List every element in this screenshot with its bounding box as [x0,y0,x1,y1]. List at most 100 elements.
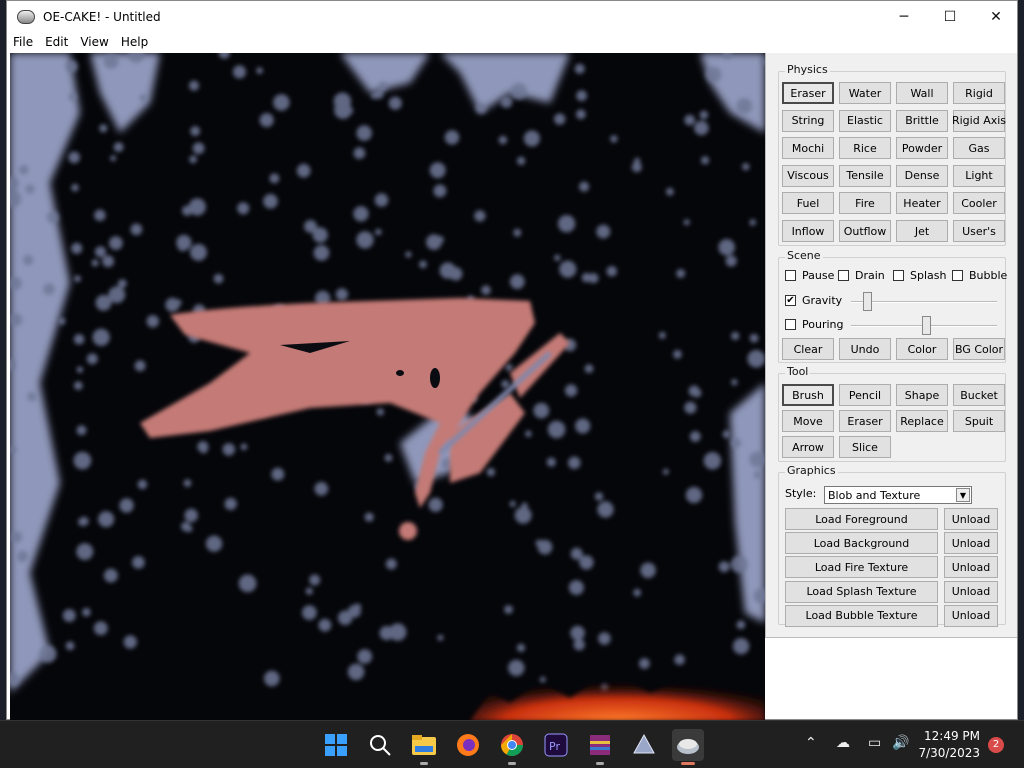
network-icon[interactable]: ▭ [868,735,881,751]
drain-checkbox[interactable]: Drain [838,269,885,282]
close-button[interactable]: ✕ [973,1,1019,32]
chrome-icon[interactable] [496,729,528,765]
particle [376,408,384,416]
physics-light-button[interactable]: Light [953,164,1005,187]
physics-tensile-button[interactable]: Tensile [839,164,891,187]
tool-replace-button[interactable]: Replace [896,410,948,432]
unload-fire-texture-button[interactable]: Unload [944,556,998,579]
menu-view[interactable]: View [74,35,114,49]
physics-rigid-button[interactable]: Rigid [953,82,1005,104]
gravity-checkbox[interactable]: ✔ Gravity [785,294,842,307]
tool-eraser-button[interactable]: Eraser [839,410,891,432]
physics-wall-button[interactable]: Wall [896,82,948,104]
chevron-up-icon[interactable]: ⌃ [805,735,817,751]
tool-move-button[interactable]: Move [782,410,834,432]
gravity-slider-thumb[interactable] [863,292,873,311]
winrar-icon[interactable] [584,729,616,765]
cloud-icon[interactable]: ☁ [836,735,850,751]
tool-shape-button[interactable]: Shape [896,384,948,406]
particle [570,625,585,641]
physics-jet-button[interactable]: Jet [896,220,948,242]
tool-brush-button[interactable]: Brush [782,384,834,406]
premiere-icon[interactable]: Pr [540,729,572,761]
physics-fuel-button[interactable]: Fuel [782,192,834,215]
particle [684,401,697,414]
particle [86,353,98,365]
physics-powder-button[interactable]: Powder [896,137,948,160]
simulation-canvas[interactable] [10,53,765,721]
particle [475,102,487,114]
physics-fire-button[interactable]: Fire [839,192,891,215]
notification-badge[interactable]: 2 [988,737,1004,753]
scene-bg-color-button[interactable]: BG Color [953,338,1005,360]
unload-splash-texture-button[interactable]: Unload [944,580,998,603]
load-fire-texture-button[interactable]: Load Fire Texture [785,556,938,579]
particle [364,512,374,522]
physics-user-s-button[interactable]: User's [953,220,1005,242]
pause-checkbox-box[interactable] [785,270,796,281]
physics-eraser-button[interactable]: Eraser [782,82,834,104]
maximize-button[interactable]: ☐ [927,1,973,32]
physics-cooler-button[interactable]: Cooler [953,192,1005,215]
tool-pencil-button[interactable]: Pencil [839,384,891,406]
tool-arrow-button[interactable]: Arrow [782,436,834,458]
tool-spuit-button[interactable]: Spuit [953,410,1005,432]
gravity-slider[interactable] [851,292,997,312]
physics-elastic-button[interactable]: Elastic [839,109,891,132]
particle [82,607,91,617]
particle [444,130,460,145]
oe-cake-icon[interactable] [672,729,704,765]
load-foreground-button[interactable]: Load Foreground [785,508,938,530]
load-splash-texture-button[interactable]: Load Splash Texture [785,580,938,603]
splash-checkbox[interactable]: Splash [893,269,946,282]
clock-date[interactable]: 7/30/2023 [918,746,980,760]
gravity-check-icon[interactable]: ✔ [785,295,796,306]
physics-dense-button[interactable]: Dense [896,164,948,187]
tool-bucket-button[interactable]: Bucket [953,384,1005,406]
pouring-checkbox[interactable]: Pouring [785,318,843,331]
menu-help[interactable]: Help [115,35,154,49]
physics-string-button[interactable]: String [782,109,834,132]
volume-icon[interactable]: 🔊 [892,735,909,751]
tool-slice-button[interactable]: Slice [839,436,891,458]
scene-clear-button[interactable]: Clear [782,338,834,360]
pouring-slider-thumb[interactable] [922,316,932,335]
start-icon[interactable] [320,729,352,761]
file-explorer-icon[interactable] [408,729,440,765]
physics-gas-button[interactable]: Gas [953,137,1005,160]
inkscape-icon[interactable] [628,729,660,761]
physics-rigid-axis-button[interactable]: Rigid Axis [952,109,1006,132]
physics-inflow-button[interactable]: Inflow [782,220,834,242]
minimize-button[interactable]: ─ [881,1,927,32]
scene-color-button[interactable]: Color [896,338,948,360]
search-icon[interactable] [364,729,396,761]
unload-background-button[interactable]: Unload [944,532,998,555]
clock-time[interactable]: 12:49 PM [924,729,980,743]
unload-bubble-texture-button[interactable]: Unload [944,604,998,627]
scene-undo-button[interactable]: Undo [839,338,891,360]
firefox-icon[interactable] [452,729,484,761]
pouring-checkbox-box[interactable] [785,319,796,330]
particle [93,621,108,636]
physics-heater-button[interactable]: Heater [896,192,948,215]
physics-water-button[interactable]: Water [839,82,891,104]
dropdown-arrow-icon[interactable]: ▼ [956,488,970,502]
physics-mochi-button[interactable]: Mochi [782,137,834,160]
physics-viscous-button[interactable]: Viscous [782,164,834,187]
physics-rice-button[interactable]: Rice [839,137,891,160]
physics-outflow-button[interactable]: Outflow [839,220,891,242]
menu-edit[interactable]: Edit [39,35,74,49]
bubble-checkbox[interactable]: Bubble [952,269,1007,282]
load-bubble-texture-button[interactable]: Load Bubble Texture [785,604,938,627]
pause-checkbox[interactable]: Pause [785,269,834,282]
drain-checkbox-box[interactable] [838,270,849,281]
style-dropdown[interactable]: Blob and Texture ▼ [824,486,972,504]
load-background-button[interactable]: Load Background [785,532,938,555]
bubble-checkbox-box[interactable] [952,270,963,281]
title-bar[interactable]: OE-CAKE! - Untitled ─ ☐ ✕ [7,1,1017,32]
unload-foreground-button[interactable]: Unload [944,508,998,530]
pouring-slider[interactable] [851,316,997,336]
splash-checkbox-box[interactable] [893,270,904,281]
physics-brittle-button[interactable]: Brittle [896,109,948,132]
menu-file[interactable]: File [7,35,39,49]
